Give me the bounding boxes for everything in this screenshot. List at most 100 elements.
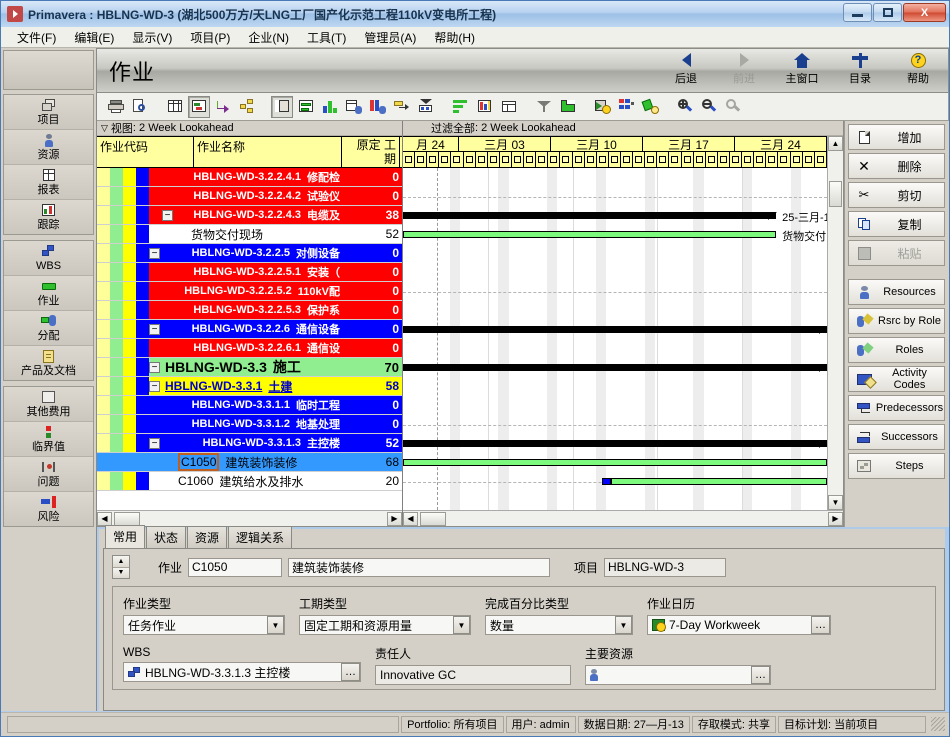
table-row[interactable]: HBLNG-WD-3.2.2.4.2 试验仪 0 <box>97 187 402 206</box>
gantt-bar[interactable] <box>403 440 827 448</box>
menu-view[interactable]: 显示(V) <box>124 27 180 48</box>
percent-type-select[interactable]: 数量 ▼ <box>485 615 633 635</box>
menu-enterprise[interactable]: 企业(N) <box>240 27 297 48</box>
menu-edit[interactable]: 编辑(E) <box>66 27 122 48</box>
row-expander-cell[interactable] <box>149 415 163 433</box>
row-label-cell[interactable]: HBLNG-WD-3.2.2.5.2 110kV配 <box>176 282 344 300</box>
scroll-right-icon[interactable]: ▶ <box>387 511 402 526</box>
gantt-scroll-left-icon[interactable]: ◀ <box>403 511 418 526</box>
wbs-chart-icon[interactable] <box>236 96 258 118</box>
row-label-cell[interactable]: HBLNG-WD-3.3 施工 <box>163 358 344 376</box>
steps-button[interactable]: Steps <box>848 453 945 479</box>
row-duration[interactable]: 0 <box>344 263 402 281</box>
sidebar-item-assignments[interactable]: 分配 <box>4 311 93 346</box>
gantt-hscroll-thumb[interactable] <box>420 511 446 526</box>
row-expander-cell[interactable]: − <box>149 358 163 376</box>
gantt-scroll-right-icon[interactable]: ▶ <box>828 511 843 526</box>
row-duration[interactable]: 38 <box>344 206 402 224</box>
menu-help[interactable]: 帮助(H) <box>426 27 483 48</box>
zoom-fit-icon[interactable] <box>723 96 745 118</box>
sidebar-item-risks[interactable]: 风险 <box>4 492 93 526</box>
collapse-icon[interactable]: − <box>149 380 160 392</box>
row-label-cell[interactable]: HBLNG-WD-3.2.2.5.3 保护系 <box>176 301 344 319</box>
layout-icon[interactable] <box>557 96 579 118</box>
cut-button[interactable]: ✂ 剪切 <box>848 182 945 208</box>
gantt-bar[interactable] <box>403 326 827 334</box>
activity-network-icon[interactable] <box>212 96 234 118</box>
schedule-icon[interactable] <box>592 96 614 118</box>
primary-resource-browse-button[interactable]: … <box>751 666 770 684</box>
sidebar-item-issues[interactable]: 问题 <box>4 457 93 492</box>
row-label-cell[interactable]: 货物交付现场 <box>189 225 344 243</box>
directory-button[interactable]: 目录 <box>838 51 882 86</box>
table-row[interactable]: HBLNG-WD-3.3.1.2 地基处理 0 <box>97 415 402 434</box>
row-expander-cell[interactable] <box>149 396 163 414</box>
print-icon[interactable] <box>105 96 127 118</box>
row-expander-cell[interactable] <box>162 301 176 319</box>
row-label-cell[interactable]: HBLNG-WD-3.2.2.6 通信设备 <box>163 320 344 338</box>
row-expander-cell[interactable] <box>162 263 176 281</box>
help-button[interactable]: ? 帮助 <box>896 51 940 86</box>
tab-relationships[interactable]: 逻辑关系 <box>228 526 293 548</box>
group-sort-icon[interactable] <box>450 96 472 118</box>
row-duration[interactable]: 0 <box>344 301 402 319</box>
resources-button[interactable]: Resources <box>848 279 945 305</box>
menu-admin[interactable]: 管理员(A) <box>356 27 424 48</box>
row-expander-cell[interactable] <box>175 225 189 243</box>
col-header-duration[interactable]: 原定 工期 <box>342 137 400 167</box>
activity-name-field[interactable]: 建筑装饰装修 <box>288 557 550 577</box>
table-hscrollbar[interactable]: ◀ ▶ <box>97 510 402 526</box>
sidebar-item-projects[interactable]: 项目 <box>4 95 93 130</box>
row-label-cell[interactable]: HBLNG-WD-3.3.1.1 临时工程 <box>163 396 344 414</box>
row-label-cell[interactable]: HBLNG-WD-3.2.2.6.1 通信设 <box>176 339 344 357</box>
calendar-browse-button[interactable]: … <box>811 616 830 634</box>
row-duration[interactable]: 52 <box>344 225 402 243</box>
sidebar-item-thresholds[interactable]: 临界值 <box>4 422 93 457</box>
table-row[interactable]: − HBLNG-WD-3.3.1 土建 58 <box>97 377 402 396</box>
resource-profile-icon[interactable] <box>319 96 341 118</box>
delete-button[interactable]: ✕ 删除 <box>848 153 945 179</box>
close-button[interactable]: X <box>903 3 946 22</box>
gantt-bar[interactable] <box>610 478 827 485</box>
table-row[interactable]: − HBLNG-WD-3.3.1.3 主控楼 52 <box>97 434 402 453</box>
row-label-cell[interactable]: C1050 建筑装饰装修 <box>176 453 344 471</box>
menu-project[interactable]: 项目(P) <box>182 27 238 48</box>
table-row[interactable]: − HBLNG-WD-3.2.2.4.3 电缆及 38 <box>97 206 402 225</box>
activity-stepper[interactable]: ▲ ▼ <box>112 555 130 579</box>
chevron-down-icon[interactable]: ▼ <box>453 616 470 634</box>
scroll-up-icon[interactable]: ▲ <box>828 136 843 151</box>
row-duration[interactable]: 0 <box>344 415 402 433</box>
table-row[interactable]: HBLNG-WD-3.2.2.5.3 保护系 0 <box>97 301 402 320</box>
print-preview-icon[interactable] <box>129 96 151 118</box>
table-font-icon[interactable] <box>498 96 520 118</box>
zoom-in-icon[interactable] <box>675 96 697 118</box>
table-row[interactable]: HBLNG-WD-3.2.2.4.1 修配检 0 <box>97 168 402 187</box>
col-header-code[interactable]: 作业代码 <box>97 137 194 167</box>
row-expander-cell[interactable]: − <box>162 206 176 224</box>
row-duration[interactable]: 0 <box>344 320 402 338</box>
activity-type-select[interactable]: 任务作业 ▼ <box>123 615 285 635</box>
table-row[interactable]: HBLNG-WD-3.2.2.5.2 110kV配 0 <box>97 282 402 301</box>
row-expander-cell[interactable]: − <box>149 377 163 395</box>
chevron-down-icon[interactable]: ▼ <box>615 616 632 634</box>
sidebar-item-resources[interactable]: 资源 <box>4 130 93 165</box>
row-duration[interactable]: 0 <box>344 244 402 262</box>
activity-usage-icon[interactable] <box>343 96 365 118</box>
level-resources-icon[interactable] <box>616 96 638 118</box>
gantt-chart-area[interactable]: 25-三月-1 货物交付 <box>403 168 827 510</box>
row-duration[interactable]: 0 <box>344 168 402 186</box>
row-label-cell[interactable]: HBLNG-WD-3.3.1.3 主控楼 <box>163 434 344 452</box>
successors-button[interactable]: Successors <box>848 424 945 450</box>
row-duration[interactable]: 58 <box>344 377 402 395</box>
gantt-bar[interactable] <box>602 478 611 485</box>
stepper-down-icon[interactable]: ▼ <box>113 567 129 578</box>
collapse-icon[interactable]: − <box>149 437 160 449</box>
responsible-field[interactable]: Innovative GC <box>375 665 571 685</box>
table-row[interactable]: − HBLNG-WD-3.2.2.6 通信设备 0 <box>97 320 402 339</box>
collapse-icon[interactable]: − <box>162 209 173 221</box>
table-row[interactable]: C1050 建筑装饰装修 68 <box>97 453 402 472</box>
tab-resources[interactable]: 资源 <box>187 526 228 548</box>
row-duration[interactable]: 0 <box>344 339 402 357</box>
table-row[interactable]: − HBLNG-WD-3.2.2.5 对侧设备 0 <box>97 244 402 263</box>
gantt-chart-icon[interactable] <box>188 95 210 118</box>
